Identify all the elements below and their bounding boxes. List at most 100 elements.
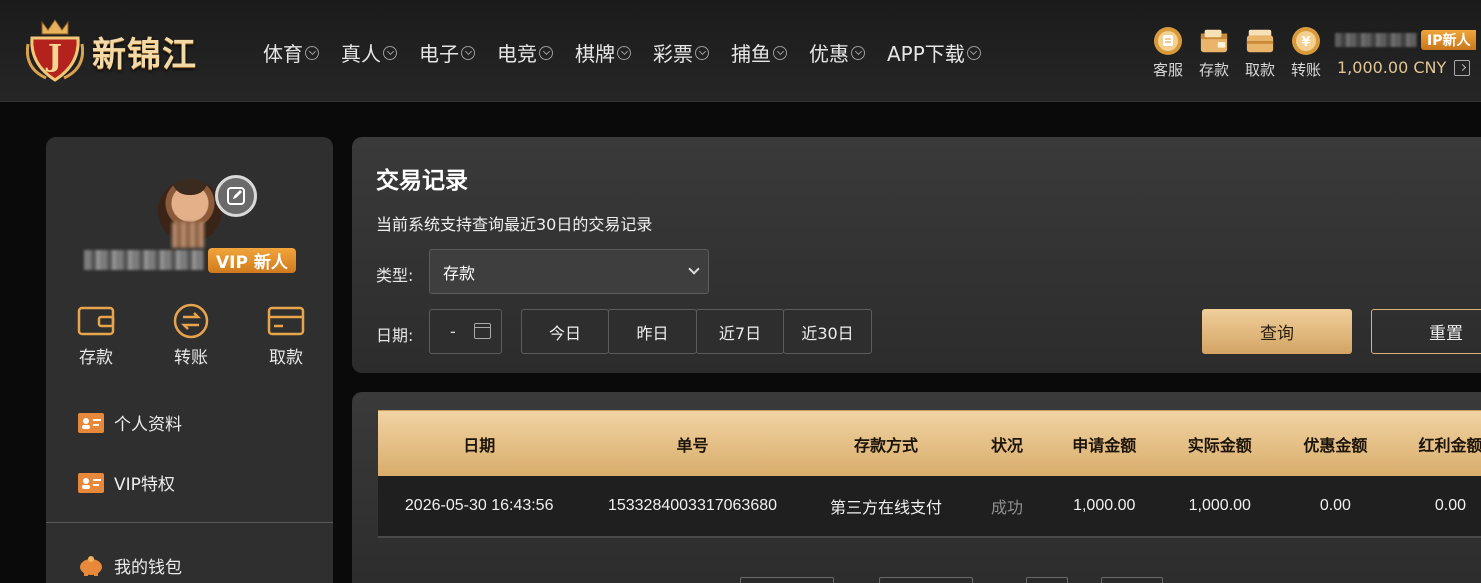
sidebar-withdraw-button[interactable]: 取款 (256, 303, 316, 368)
id-card-icon (78, 412, 104, 433)
query-button[interactable]: 查询 (1202, 309, 1352, 354)
chevron-down-icon (695, 45, 709, 60)
nav-label: 棋牌 (575, 42, 615, 66)
type-select[interactable]: 存款 (429, 249, 709, 294)
cell-requested-amount: 1,000.00 (1073, 497, 1136, 514)
quick-customer-service[interactable]: 客服 (1150, 26, 1186, 80)
quick-deposit[interactable]: 存款 (1196, 26, 1232, 80)
column-header: 实际金额 (1187, 435, 1252, 455)
main-nav: 体育 真人 电子 电竞 棋牌 彩票 捕鱼 优惠 APP下载 (263, 38, 981, 67)
site-logo[interactable]: J 新锦江 (26, 16, 197, 86)
refresh-balance-icon[interactable] (1454, 59, 1471, 76)
date-range-value: - (450, 322, 456, 341)
account-sidebar: VIP 新人 存款 转账 取款 个人资料 VIP特权 我的钱包 (46, 137, 333, 583)
logo-text: 新锦江 (92, 34, 197, 75)
nav-app-download[interactable]: APP下载 (887, 38, 981, 67)
type-select-value: 存款 (443, 263, 476, 283)
date-range-picker[interactable]: - (429, 309, 502, 354)
sidebar-transfer-button[interactable]: 转账 (161, 303, 221, 368)
username-masked (84, 250, 204, 270)
chevron-down-icon (966, 45, 981, 60)
quick-label: 取款 (1244, 61, 1275, 79)
transfer-icon: ¥ (1291, 26, 1321, 56)
column-header: 申请金额 (1072, 435, 1137, 455)
range-30-days-button[interactable]: 近30日 (783, 309, 872, 354)
nav-promotions[interactable]: 优惠 (809, 38, 865, 67)
table-header-row: 日期 单号 存款方式 状况 申请金额 实际金额 优惠金额 红利金额 (378, 410, 1481, 476)
column-header: 存款方式 (853, 435, 918, 455)
nav-sports[interactable]: 体育 (263, 38, 319, 67)
pagination-control[interactable] (1101, 577, 1163, 583)
quick-label: 转账 (1290, 61, 1321, 79)
quick-actions: 客服 存款 取款 ¥ 转账 (1150, 26, 1324, 80)
logo-badge-icon: J (26, 19, 84, 82)
sidebar-item-vip[interactable]: VIP特权 (78, 470, 175, 495)
transaction-table-panel: 日期 单号 存款方式 状况 申请金额 实际金额 优惠金额 红利金额 2026-0… (352, 392, 1481, 583)
action-label: 转账 (174, 348, 208, 368)
calendar-icon (474, 323, 491, 339)
nav-label: 优惠 (809, 42, 849, 66)
chevron-down-icon (461, 45, 475, 60)
cell-date: 2026-05-30 16:43:56 (404, 497, 554, 514)
quick-withdraw[interactable]: 取款 (1242, 26, 1278, 80)
nav-esports[interactable]: 电竞 (497, 38, 553, 67)
pagination-control[interactable] (879, 577, 973, 583)
sidebar-deposit-button[interactable]: 存款 (66, 303, 126, 368)
cell-actual-amount: 1,000.00 (1188, 497, 1251, 514)
transaction-filter-panel: 交易记录 当前系统支持查询最近30日的交易记录 类型: 存款 日期: - 今日 … (352, 137, 1481, 373)
header-user[interactable]: IP新人 (1335, 30, 1481, 50)
nav-cards[interactable]: 棋牌 (575, 38, 631, 67)
vip-level-badge: IP新人 (1421, 30, 1477, 50)
range-today-button[interactable]: 今日 (521, 309, 609, 354)
sidebar-item-profile[interactable]: 个人资料 (78, 410, 182, 435)
quick-transfer[interactable]: ¥ 转账 (1288, 26, 1324, 80)
quick-date-range: 今日 昨日 近7日 近30日 (521, 309, 872, 354)
range-yesterday-button[interactable]: 昨日 (608, 309, 697, 354)
cell-status: 成功 (990, 498, 1023, 517)
pagination-control[interactable] (740, 577, 834, 583)
column-header: 优惠金额 (1303, 435, 1368, 455)
column-header: 红利金额 (1418, 435, 1481, 455)
edit-profile-button[interactable] (215, 175, 257, 217)
customer-service-icon (1153, 26, 1183, 56)
cell-discount-amount: 0.00 (1319, 497, 1351, 514)
nav-slots[interactable]: 电子 (419, 38, 475, 67)
page-subtitle: 当前系统支持查询最近30日的交易记录 (376, 215, 653, 234)
range-7-days-button[interactable]: 近7日 (696, 309, 784, 354)
column-header: 日期 (463, 435, 496, 455)
transfer-icon (171, 303, 211, 339)
quick-label: 存款 (1198, 61, 1229, 79)
action-label: 取款 (269, 348, 303, 368)
id-card-icon (78, 472, 104, 493)
nav-label: 真人 (341, 42, 381, 66)
nav-label: 电子 (419, 42, 459, 66)
pagination-control[interactable] (1026, 577, 1068, 583)
chevron-down-icon (773, 45, 787, 60)
cell-order-id: 1533284003317063680 (607, 497, 778, 514)
balance-amount: 1,000.00 CNY (1337, 58, 1447, 77)
chevron-down-icon (617, 45, 631, 60)
sidebar-divider (46, 522, 333, 523)
nav-label: 彩票 (653, 42, 693, 66)
reset-button[interactable]: 重置 (1371, 309, 1481, 354)
cell-bonus-amount: 0.00 (1434, 497, 1467, 514)
svg-text:¥: ¥ (1301, 35, 1310, 50)
username-masked (1335, 33, 1417, 47)
wallet-icon (76, 303, 116, 339)
sidebar-item-wallet[interactable]: 我的钱包 (78, 553, 182, 578)
menu-label: 个人资料 (114, 415, 182, 435)
balance-display: 1,000.00 CNY (1337, 58, 1471, 77)
chevron-down-icon (539, 45, 553, 60)
nav-fishing[interactable]: 捕鱼 (731, 38, 787, 67)
date-label: 日期: (376, 326, 414, 345)
nav-label: 捕鱼 (731, 42, 771, 66)
nav-lottery[interactable]: 彩票 (653, 38, 709, 67)
edit-icon (227, 187, 245, 205)
chevron-down-icon (688, 263, 700, 275)
menu-label: VIP特权 (114, 475, 175, 495)
type-label: 类型: (376, 266, 414, 285)
nav-live-casino[interactable]: 真人 (341, 38, 397, 67)
quick-label: 客服 (1152, 61, 1183, 79)
transaction-table: 日期 单号 存款方式 状况 申请金额 实际金额 优惠金额 红利金额 2026-0… (378, 410, 1481, 538)
column-header: 状况 (990, 435, 1023, 455)
